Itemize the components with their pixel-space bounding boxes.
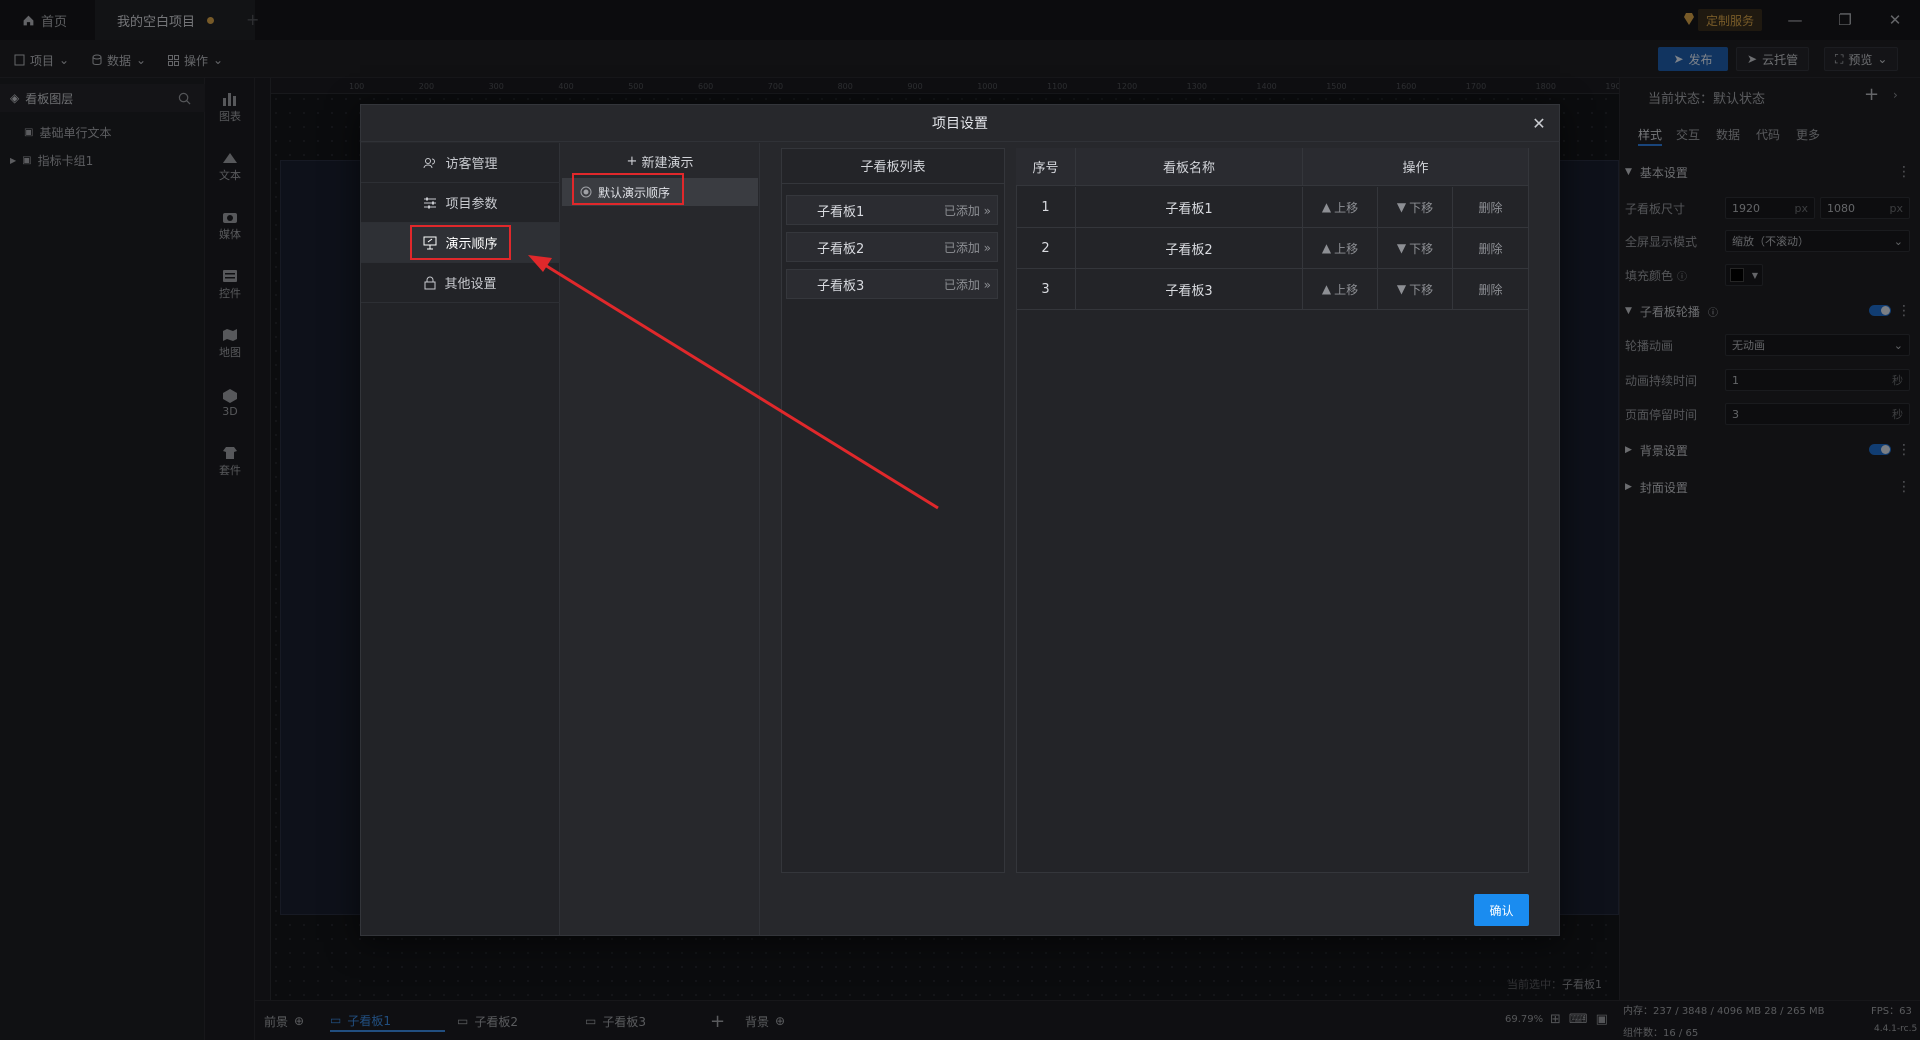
annotation-arrow [528,255,939,510]
